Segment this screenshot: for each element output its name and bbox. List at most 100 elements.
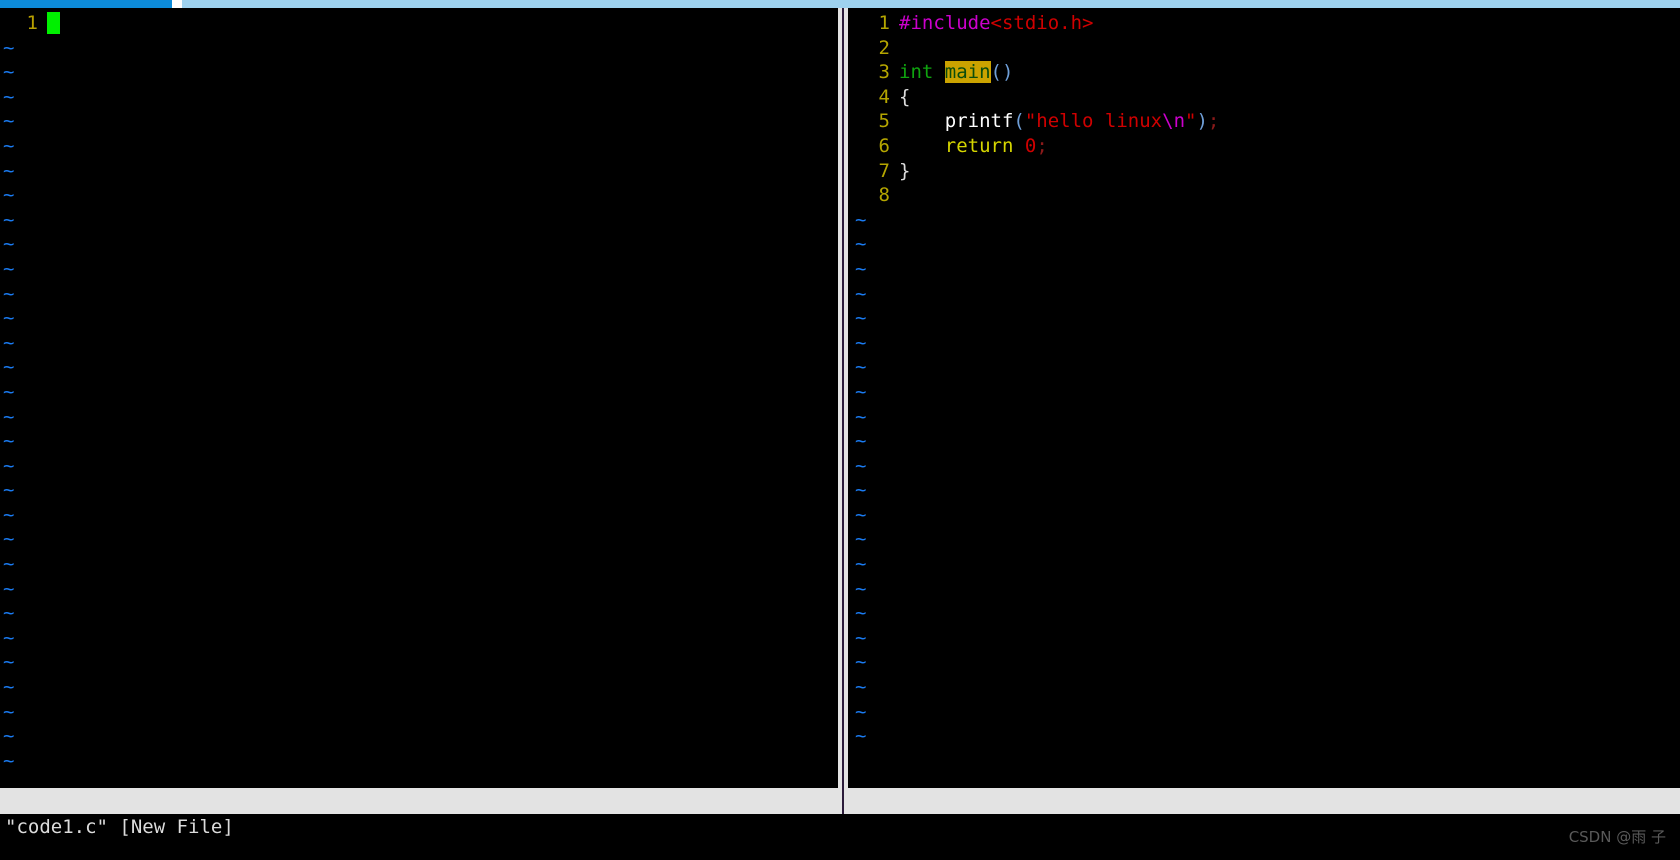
filler-line: ~ (0, 429, 838, 454)
status-right[interactable]: test.c 3,1 All (848, 788, 1680, 814)
filler-line: ~ (852, 478, 1680, 503)
filler-line: ~ (0, 232, 838, 257)
right-buffer-lines[interactable]: 1 #include<stdio.h> 2 3 int main() 4{5 printf… (852, 8, 1680, 749)
tilde-icon: ~ (3, 61, 15, 84)
filler-line: ~ (0, 36, 838, 61)
token-string: " (1185, 110, 1197, 133)
tilde-icon: ~ (3, 454, 15, 477)
vertical-split-separator[interactable] (838, 8, 848, 788)
buffer-line[interactable]: 3 int main() (852, 60, 1680, 85)
tilde-icon: ~ (3, 749, 15, 772)
buffer-line[interactable]: 6 return 0; (852, 134, 1680, 159)
tilde-icon: ~ (3, 602, 15, 625)
line-content[interactable]: return 0; (899, 134, 1048, 159)
pane-code1-c[interactable]: 1 ~ ~ ~ ~ ~ ~ ~ ~ ~ ~ ~ ~ ~ ~ ~ ~ ~ ~ ~ ~ ~ ~ ~ ~ ~ ~ ~ ~ ~ ~ (0, 8, 838, 788)
filler-line: ~ (0, 380, 838, 405)
tilde-icon: ~ (3, 651, 15, 674)
scroll-progress-track (182, 0, 1680, 8)
filler-line: ~ (0, 478, 838, 503)
tilde-icon: ~ (3, 528, 15, 551)
token-semicolon: ; (1207, 110, 1220, 133)
tilde-icon: ~ (3, 405, 15, 428)
tilde-icon: ~ (855, 725, 867, 748)
filler-line: ~ (0, 60, 838, 85)
token-keyword: return (944, 134, 1014, 157)
vim-window: 1 ~ ~ ~ ~ ~ ~ ~ ~ ~ ~ ~ ~ ~ ~ ~ ~ ~ ~ ~ ~ ~ ~ ~ ~ ~ ~ ~ ~ ~ ~ 1 #includ… (0, 0, 1680, 860)
tilde-icon: ~ (3, 36, 15, 59)
tilde-icon: ~ (855, 331, 867, 354)
tilde-icon: ~ (3, 233, 15, 256)
tilde-icon: ~ (855, 503, 867, 526)
scroll-progress-filled (0, 0, 172, 8)
tilde-icon: ~ (3, 331, 15, 354)
tilde-icon: ~ (855, 454, 867, 477)
filler-line: ~ (0, 331, 838, 356)
tilde-icon: ~ (855, 430, 867, 453)
line-content[interactable]: printf("hello linux\n"); (899, 109, 1220, 134)
filler-line: ~ (852, 429, 1680, 454)
buffer-line[interactable]: 4{ (852, 85, 1680, 110)
scroll-progress-strip[interactable] (0, 0, 1680, 8)
status-left[interactable]: code1.c 0,0-1 All (0, 788, 838, 814)
buffer-line[interactable]: 1 #include<stdio.h> (852, 11, 1680, 36)
filler-line: ~ (852, 208, 1680, 233)
tilde-icon: ~ (3, 134, 15, 157)
line-number: 8 (878, 184, 890, 207)
line-content[interactable]: int main() (899, 60, 1013, 85)
tilde-icon: ~ (3, 85, 15, 108)
line-number: 4 (878, 85, 890, 108)
filler-line: ~ (0, 306, 838, 331)
filler-line: ~ (0, 552, 838, 577)
tilde-icon: ~ (3, 626, 15, 649)
filler-line: ~ (852, 552, 1680, 577)
filler-line: ~ (852, 380, 1680, 405)
buffer-line[interactable]: 8 (852, 183, 1680, 208)
token-punct: () (990, 61, 1014, 84)
token-string: "hello linux (1024, 110, 1163, 133)
line-content[interactable]: #include<stdio.h> (899, 11, 1093, 36)
tilde-icon: ~ (855, 356, 867, 379)
buffer-line[interactable]: 5 printf("hello linux\n"); (852, 109, 1680, 134)
split-separator-line (842, 8, 844, 788)
tilde-icon: ~ (3, 257, 15, 280)
filler-line: ~ (0, 503, 838, 528)
filler-line: ~ (852, 282, 1680, 307)
tilde-icon: ~ (855, 233, 867, 256)
editor-area: 1 ~ ~ ~ ~ ~ ~ ~ ~ ~ ~ ~ ~ ~ ~ ~ ~ ~ ~ ~ ~ ~ ~ ~ ~ ~ ~ ~ ~ ~ ~ 1 #includ… (0, 8, 1680, 788)
token-number: 0 (1024, 134, 1037, 157)
line-content[interactable]: } (899, 159, 910, 184)
buffer-line[interactable]: 2 (852, 36, 1680, 61)
tilde-icon: ~ (3, 356, 15, 379)
line-number: 2 (878, 36, 890, 59)
tilde-icon: ~ (855, 307, 867, 330)
line-content[interactable]: { (899, 85, 910, 110)
csdn-watermark: CSDN @雨 子 (1568, 828, 1666, 846)
filler-line: ~ (0, 577, 838, 602)
filler-line: ~ (0, 527, 838, 552)
filler-line: ~ (852, 650, 1680, 675)
tilde-icon: ~ (3, 184, 15, 207)
filler-line: ~ (0, 724, 838, 749)
left-buffer-lines[interactable]: 1 ~ ~ ~ ~ ~ ~ ~ ~ ~ ~ ~ ~ ~ ~ ~ ~ ~ ~ ~ ~ ~ ~ ~ ~ ~ ~ ~ ~ ~ ~ (0, 8, 838, 773)
tilde-icon: ~ (3, 159, 15, 182)
tilde-icon: ~ (3, 553, 15, 576)
filler-line: ~ (852, 405, 1680, 430)
tilde-icon: ~ (3, 676, 15, 699)
tilde-icon: ~ (3, 503, 15, 526)
filler-line: ~ (0, 282, 838, 307)
pane-test-c[interactable]: 1 #include<stdio.h> 2 3 int main() 4{5 printf… (852, 8, 1680, 788)
command-line-message[interactable]: "code1.c" [New File] (0, 814, 1680, 840)
scroll-progress-knob[interactable] (172, 0, 182, 8)
tilde-icon: ~ (3, 380, 15, 403)
buffer-line[interactable]: 1 (0, 11, 838, 36)
tilde-icon: ~ (3, 430, 15, 453)
status-bar: code1.c 0,0-1 All test.c 3,1 All (0, 788, 1680, 814)
tilde-icon: ~ (855, 651, 867, 674)
filler-line: ~ (0, 700, 838, 725)
status-separator (838, 788, 848, 814)
buffer-line[interactable]: 7} (852, 159, 1680, 184)
line-number: 1 (26, 12, 38, 34)
tilde-icon: ~ (855, 208, 867, 231)
filler-line: ~ (0, 134, 838, 159)
